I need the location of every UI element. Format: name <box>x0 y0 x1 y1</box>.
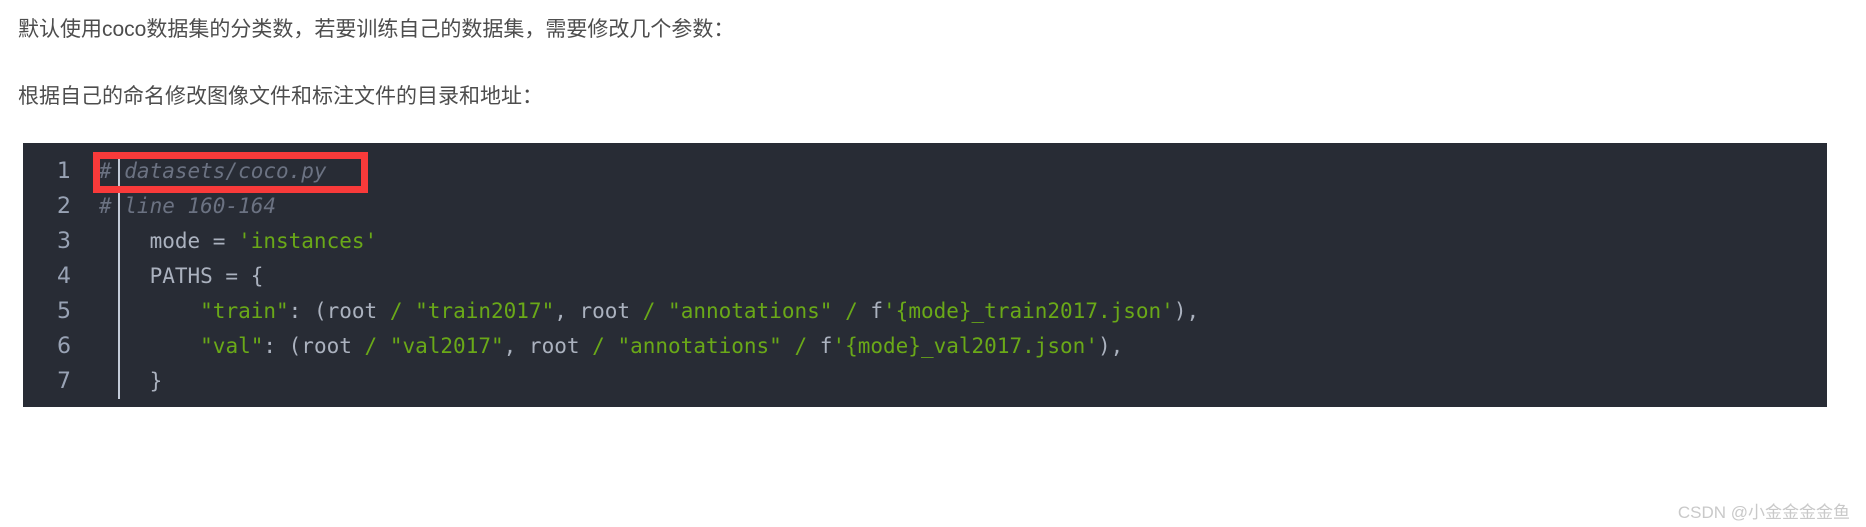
line-number: 2 <box>57 194 71 219</box>
code-token-string: '{mode}_val2017.json' <box>832 334 1098 358</box>
code-token-string: 'instances' <box>238 229 378 253</box>
code-token-plain: ), <box>1097 334 1124 358</box>
line-number: 1 <box>57 159 71 184</box>
csdn-watermark: CSDN @小金金金金鱼 <box>1677 503 1850 522</box>
code-token-string: / <box>389 299 403 323</box>
code-line: 1 # datasets/coco.py <box>23 154 1827 189</box>
code-line-text: PATHS = { <box>85 259 264 294</box>
code-token-string: / <box>592 334 605 358</box>
paragraph-intro: 默认使用coco数据集的分类数，若要训练自己的数据集，需要修改几个参数： <box>18 18 735 41</box>
line-number: 5 <box>57 299 71 324</box>
code-token-plain: , root <box>554 299 643 323</box>
code-line-text: } <box>85 364 163 399</box>
code-line-text: "train": (root / "train2017", root / "an… <box>85 294 1199 329</box>
code-line-text: # datasets/coco.py <box>85 154 327 189</box>
line-number: 7 <box>57 369 71 394</box>
code-token-string: / <box>364 334 378 358</box>
code-token-plain: f <box>807 334 833 358</box>
code-token-string: '{mode}_train2017.json' <box>883 299 1174 323</box>
code-line-text: "val": (root / "val2017", root / "annota… <box>85 329 1123 364</box>
code-token-plain: } <box>99 369 163 393</box>
code-line: 6 "val": (root / "val2017", root / "anno… <box>23 329 1827 364</box>
code-line-text: # line 160-164 <box>85 189 276 224</box>
code-token-plain: f <box>857 299 884 323</box>
code-token-string: "train2017" <box>415 299 555 323</box>
code-token-plain: : (root <box>288 299 390 323</box>
code-token-string: / <box>642 299 656 323</box>
code-token-string: "annotations" <box>668 299 833 323</box>
code-line: 3 mode = 'instances' <box>23 224 1827 259</box>
code-token-plain: PATHS = { <box>99 264 264 288</box>
code-block: 1 # datasets/coco.py 2 # line 160-164 3 mode… <box>23 143 1827 407</box>
code-token-plain: ), <box>1173 299 1200 323</box>
code-token-string: "annotations" <box>617 334 782 358</box>
code-token-comment: # line 160-164 <box>99 194 277 218</box>
code-token-string: / <box>794 334 808 358</box>
line-number: 3 <box>57 229 71 254</box>
code-token-plain: mode = <box>99 229 239 253</box>
code-line-text: mode = 'instances' <box>85 224 378 259</box>
line-number: 6 <box>57 334 71 359</box>
code-token-string: "val" <box>200 334 264 358</box>
code-line: 2 # line 160-164 <box>23 189 1827 224</box>
code-line: 7 } <box>23 364 1827 399</box>
code-token-comment: # datasets/coco.py <box>99 159 327 183</box>
paragraph-instructions: 根据自己的命名修改图像文件和标注文件的目录和地址： <box>18 85 543 108</box>
code-token-string: "val2017" <box>389 334 504 358</box>
code-token-plain: : (root <box>263 334 365 358</box>
code-token-plain: , root <box>503 334 593 358</box>
code-token-string: "train" <box>200 299 289 323</box>
code-line-list: 1 # datasets/coco.py 2 # line 160-164 3 mode… <box>23 143 1827 399</box>
code-token-string: / <box>845 299 858 323</box>
code-line: 5 "train": (root / "train2017", root / "… <box>23 294 1827 329</box>
line-number: 4 <box>57 264 71 289</box>
code-line: 4 PATHS = { <box>23 259 1827 294</box>
